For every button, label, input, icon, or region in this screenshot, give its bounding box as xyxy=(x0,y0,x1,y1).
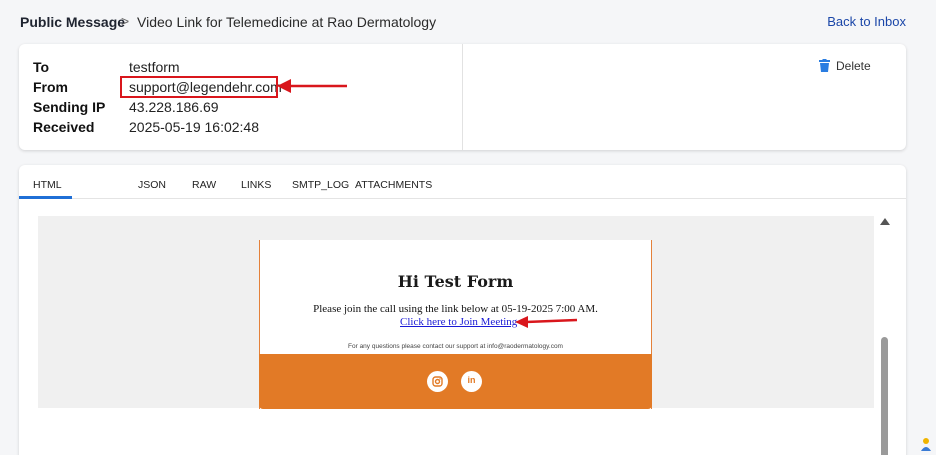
annotation-arrow-icon xyxy=(515,316,578,328)
join-meeting-link[interactable]: Click here to Join Meeting xyxy=(400,316,517,328)
tab-json[interactable]: JSON xyxy=(138,179,166,191)
scroll-up-icon[interactable] xyxy=(880,218,890,225)
tab-smtp-log[interactable]: SMTP_LOG xyxy=(292,179,349,191)
breadcrumb-root[interactable]: Public Message xyxy=(20,14,125,30)
annotation-highlight-box xyxy=(120,76,278,98)
page-title: Video Link for Telemedicine at Rao Derma… xyxy=(137,14,437,30)
header-bar: Public Message > Video Link for Telemedi… xyxy=(0,0,936,44)
tab-attachments[interactable]: ATTACHMENTS xyxy=(355,179,432,191)
received-value: 2025-05-19 16:02:48 xyxy=(129,119,259,135)
scrollbar-thumb[interactable] xyxy=(881,337,888,455)
sending-ip-label: Sending IP xyxy=(33,99,106,115)
html-preview: Hi Test Form Please join the call using … xyxy=(38,216,874,409)
linkedin-glyph: in xyxy=(467,375,476,385)
email-content: Hi Test Form Please join the call using … xyxy=(259,240,652,409)
to-value: testform xyxy=(129,59,180,75)
tab-links[interactable]: LINKS xyxy=(241,179,271,191)
back-to-inbox-link[interactable]: Back to Inbox xyxy=(827,14,906,29)
trash-icon xyxy=(819,59,830,72)
message-body-card: HTML JSON RAW LINKS SMTP_LOG ATTACHMENTS… xyxy=(19,165,906,455)
sending-ip-value: 43.228.186.69 xyxy=(129,99,219,115)
active-tab-indicator xyxy=(19,196,72,199)
annotation-arrow-icon xyxy=(277,79,347,93)
tab-html[interactable]: HTML xyxy=(33,179,62,191)
email-title: Hi Test Form xyxy=(397,272,514,291)
tab-raw[interactable]: RAW xyxy=(192,179,216,191)
email-text: Please join the call using the link belo… xyxy=(313,303,598,315)
message-meta-card: To testform From support@legendehr.com S… xyxy=(19,44,906,150)
support-text: For any questions please contact our sup… xyxy=(348,343,563,350)
meta-divider xyxy=(462,44,463,150)
assistant-icon[interactable] xyxy=(919,436,933,452)
received-label: Received xyxy=(33,119,95,135)
instagram-icon[interactable] xyxy=(427,371,448,392)
to-label: To xyxy=(33,59,50,75)
tab-bar: HTML JSON RAW LINKS SMTP_LOG ATTACHMENTS xyxy=(19,165,906,199)
email-footer: in xyxy=(259,354,652,409)
from-label: From xyxy=(33,79,68,95)
linkedin-icon[interactable]: in xyxy=(461,371,482,392)
chevron-right-icon: > xyxy=(121,13,130,29)
delete-label: Delete xyxy=(836,59,871,73)
